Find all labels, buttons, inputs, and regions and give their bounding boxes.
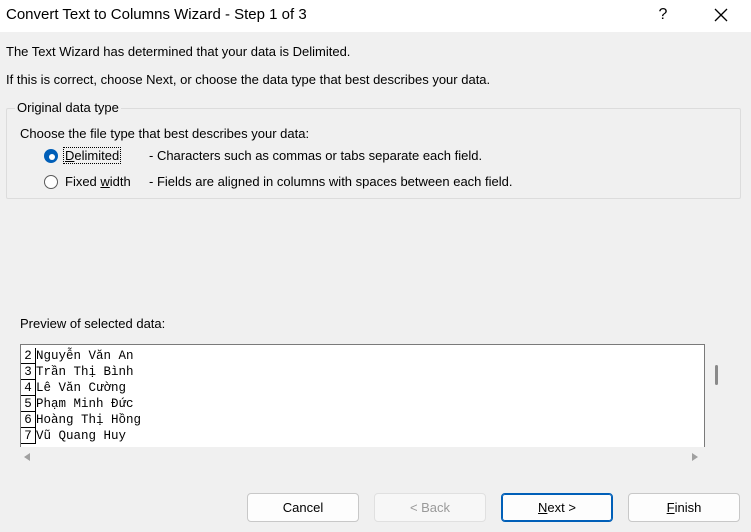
radio-fixed-width[interactable] (44, 175, 58, 189)
row-text: Lê Văn Cường (36, 381, 127, 395)
preview-label: Preview of selected data: (20, 316, 166, 331)
file-type-prompt: Choose the file type that best describes… (20, 126, 310, 141)
radio-delimited-label[interactable]: Delimited (62, 147, 122, 164)
row-text: Vũ Quang Huy (36, 429, 127, 443)
radio-delimited[interactable] (44, 149, 58, 163)
wizard-message-1: The Text Wizard has determined that your… (6, 44, 351, 59)
group-title: Original data type (15, 100, 121, 115)
row-number: 4 (21, 380, 36, 396)
data-preview[interactable]: 2 Nguyễn Văn An 3 Trần Thị Bình 4 Lê Văn… (20, 344, 705, 447)
next-button[interactable]: Next > (501, 493, 613, 522)
vertical-scrollbar-thumb[interactable] (715, 365, 718, 385)
scroll-right-arrow-icon[interactable] (692, 453, 698, 461)
fixed-width-description: - Fields are aligned in columns with spa… (149, 174, 513, 189)
window-title: Convert Text to Columns Wizard - Step 1 … (6, 6, 307, 23)
help-icon[interactable]: ? (651, 4, 675, 26)
row-number: 7 (21, 428, 36, 444)
row-number: 6 (21, 412, 36, 428)
wizard-message-2: If this is correct, choose Next, or choo… (6, 72, 491, 87)
row-text: Nguyễn Văn An (36, 349, 134, 363)
row-text: Phạm Minh Đức (36, 397, 134, 411)
cancel-button[interactable]: Cancel (247, 493, 359, 522)
finish-button[interactable]: Finish (628, 493, 740, 522)
row-text: Hoàng Thị Hồng (36, 413, 142, 427)
title-bar: Convert Text to Columns Wizard - Step 1 … (0, 0, 751, 32)
radio-fixed-width-label[interactable]: Fixed width (65, 174, 131, 189)
row-number: 3 (21, 364, 36, 380)
row-text: Trần Thị Bình (36, 365, 134, 379)
delimited-description: - Characters such as commas or tabs sepa… (149, 148, 483, 163)
back-button[interactable]: < Back (374, 493, 486, 522)
scroll-left-arrow-icon[interactable] (24, 453, 30, 461)
row-number: 2 (21, 348, 36, 364)
row-number: 5 (21, 396, 36, 412)
close-icon[interactable] (704, 2, 738, 28)
